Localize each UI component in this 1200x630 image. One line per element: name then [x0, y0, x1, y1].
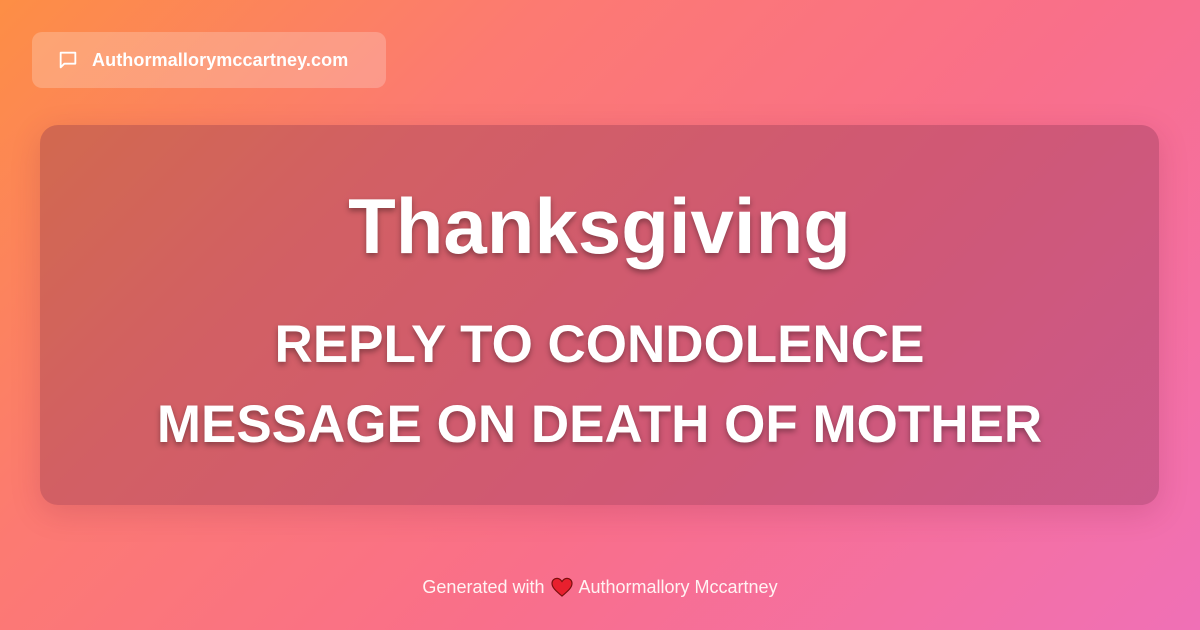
subtitle-line-2: MESSAGE ON DEATH OF MOTHER — [156, 395, 1043, 454]
page-subtitle: REPLY TO CONDOLENCE MESSAGE ON DEATH OF … — [157, 305, 1042, 465]
page-title: Thanksgiving — [348, 182, 851, 270]
subtitle-line-1: REPLY TO CONDOLENCE — [274, 315, 925, 374]
site-badge[interactable]: Authormallorymccartney.com — [32, 32, 386, 88]
footer-author[interactable]: Authormallory Mccartney — [579, 577, 778, 598]
site-name: Authormallorymccartney.com — [92, 49, 349, 70]
footer-prefix: Generated with — [422, 576, 545, 597]
heart-icon — [550, 577, 573, 597]
title-card: Thanksgiving REPLY TO CONDOLENCE MESSAGE… — [40, 125, 1159, 505]
chat-bubble-icon — [56, 48, 80, 72]
footer: Generated with Authormallory Mccartney — [0, 574, 1200, 600]
